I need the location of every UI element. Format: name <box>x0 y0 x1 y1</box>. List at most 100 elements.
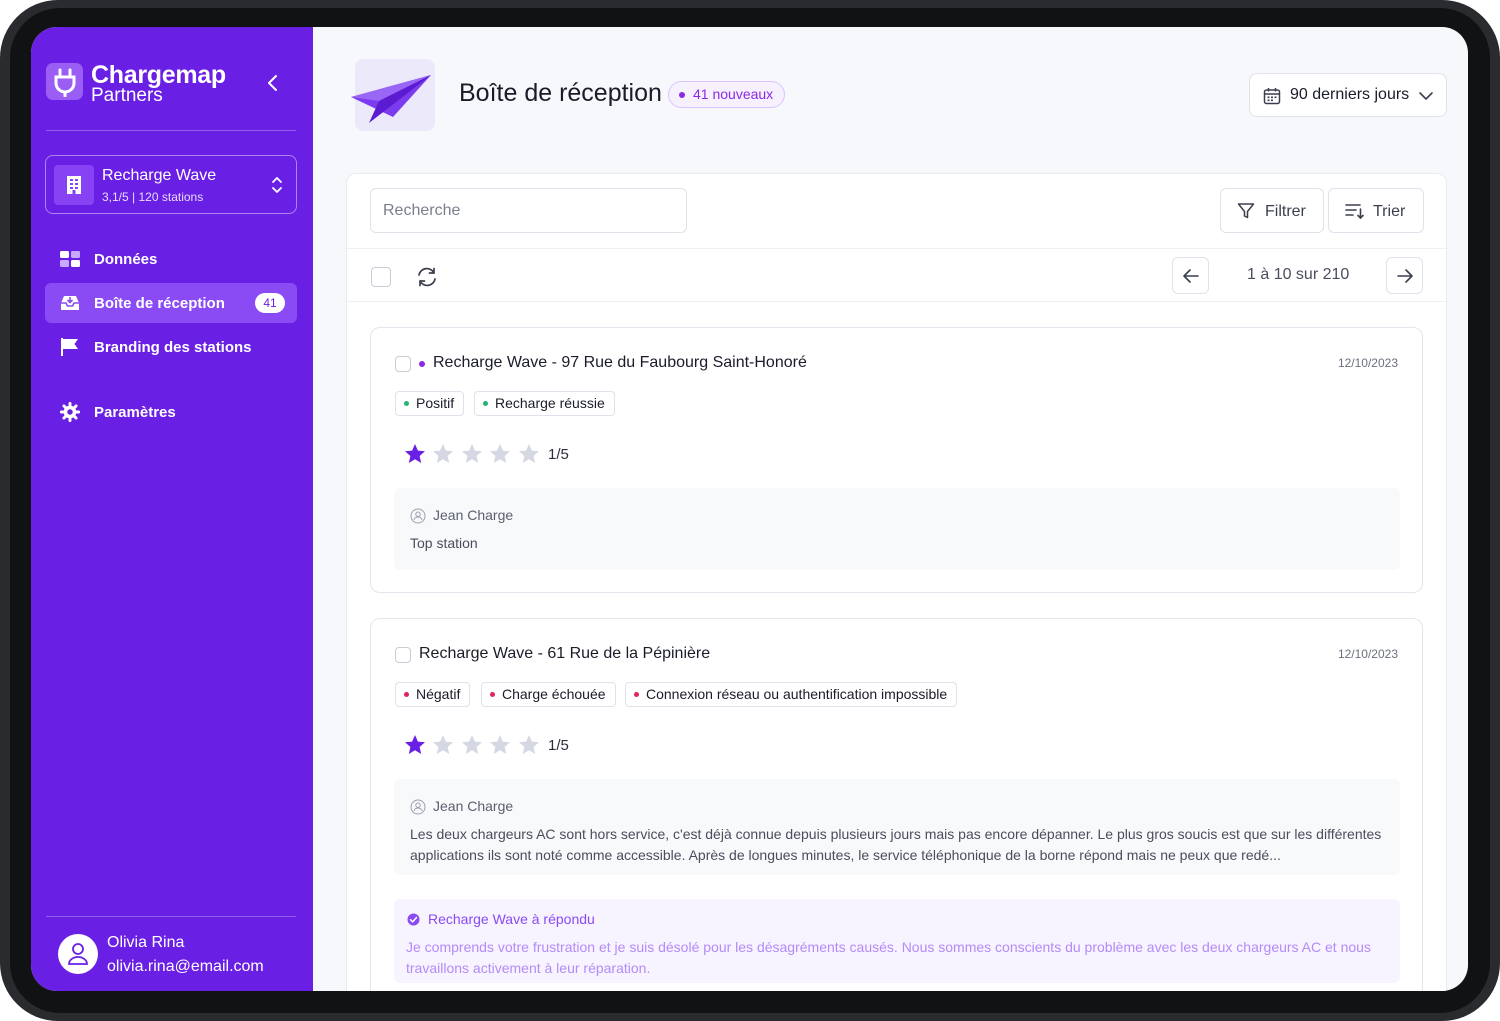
sidebar: Chargemap Partners Recharge Wave 3,1/5 |… <box>31 27 313 991</box>
review-date: 12/10/2023 <box>1337 356 1398 370</box>
star-filled-icon <box>405 444 425 463</box>
star-filled-icon <box>405 735 425 754</box>
user-icon <box>410 508 426 524</box>
brand-subtitle: Partners <box>91 85 163 106</box>
page-title: Boîte de réception <box>459 79 662 107</box>
building-icon <box>54 165 94 205</box>
sidebar-item-branding[interactable]: Branding des stations <box>45 327 297 367</box>
brand: Chargemap Partners <box>46 61 296 106</box>
toolbar-divider <box>347 248 1448 249</box>
chevron-up-down-icon <box>272 177 282 193</box>
star-empty-icon <box>433 735 453 754</box>
review-card[interactable]: Recharge Wave - 97 Rue du Faubourg Saint… <box>370 327 1423 593</box>
filter-label: Filtrer <box>1265 203 1306 220</box>
sidebar-item-inbox[interactable]: Boîte de réception 41 <box>45 283 297 323</box>
arrow-right-icon <box>1397 269 1413 283</box>
refresh-icon <box>418 267 436 287</box>
star-empty-icon <box>490 444 510 463</box>
avatar <box>58 934 98 974</box>
review-checkbox[interactable] <box>395 647 411 663</box>
tag-category: Charge échouée <box>481 682 616 707</box>
tag-sentiment: Positif <box>395 391 465 416</box>
arrow-left-icon <box>1183 269 1199 283</box>
review-date: 12/10/2023 <box>1337 647 1398 661</box>
tag-category: Connexion réseau ou authentification imp… <box>625 682 958 707</box>
next-page-button[interactable] <box>1386 257 1423 294</box>
station-rating: 3,1/5 <box>102 190 129 204</box>
star-empty-icon <box>519 444 539 463</box>
sort-icon <box>1345 204 1364 220</box>
date-range-select[interactable]: 90 derniers jours <box>1249 73 1447 117</box>
star-empty-icon <box>433 444 453 463</box>
negative-dot <box>634 692 639 697</box>
sidebar-item-label: Paramètres <box>94 404 176 421</box>
tag-label: Recharge réussie <box>495 395 605 411</box>
star-empty-icon <box>519 735 539 754</box>
review-card[interactable]: Recharge Wave - 61 Rue de la Pépinière 1… <box>370 618 1423 991</box>
badge-dot <box>679 92 685 98</box>
inbox-icon <box>61 296 79 310</box>
comment-author: Jean Charge <box>433 507 514 523</box>
unread-count-badge: 41 <box>255 293 285 313</box>
gear-icon <box>59 402 81 422</box>
review-comment: Jean Charge Les deux chargeurs AC sont h… <box>394 779 1400 875</box>
paper-plane-icon <box>351 59 435 131</box>
calendar-icon <box>1263 88 1281 105</box>
plug-logo-icon <box>46 63 83 100</box>
star-empty-icon <box>462 735 482 754</box>
new-messages-label: 41 nouveaux <box>693 86 774 102</box>
search-input[interactable] <box>370 188 687 233</box>
chevron-down-icon <box>1419 92 1433 101</box>
rating-value: 1/5 <box>548 446 569 463</box>
negative-dot <box>404 692 409 697</box>
grid-icon <box>60 251 80 267</box>
positive-dot <box>483 401 488 406</box>
reply-text: Je comprends votre frustration et je sui… <box>406 939 1371 976</box>
sidebar-divider <box>46 130 296 131</box>
review-checkbox[interactable] <box>395 356 411 372</box>
positive-dot <box>404 401 409 406</box>
station-meta: 3,1/5 | 120 stations <box>102 190 203 204</box>
toolbar-divider <box>347 301 1448 302</box>
sidebar-item-label: Branding des stations <box>94 339 252 356</box>
sidebar-item-donnees[interactable]: Données <box>45 239 297 279</box>
comment-text: Top station <box>410 535 478 551</box>
star-empty-icon <box>462 444 482 463</box>
tag-label: Connexion réseau ou authentification imp… <box>646 686 948 702</box>
sidebar-item-parametres[interactable]: Paramètres <box>45 392 297 432</box>
tag-label: Positif <box>416 395 455 411</box>
sort-label: Trier <box>1373 203 1406 220</box>
tag-label: Charge échouée <box>502 686 606 702</box>
date-range-label: 90 derniers jours <box>1290 86 1410 103</box>
filter-button[interactable]: Filtrer <box>1220 188 1324 233</box>
reply-header: Recharge Wave à répondu <box>428 911 595 927</box>
inbox-panel: Filtrer Trier 1 à 10 sur 210 <box>346 173 1448 991</box>
new-messages-badge: 41 nouveaux <box>668 81 786 108</box>
collapse-sidebar-button[interactable] <box>261 71 285 95</box>
sidebar-item-label: Boîte de réception <box>94 295 225 312</box>
flag-icon <box>61 338 78 356</box>
user-icon <box>410 799 426 815</box>
sort-button[interactable]: Trier <box>1328 188 1424 233</box>
chevron-left-icon <box>268 75 277 91</box>
user-profile[interactable]: Olivia Rina olivia.rina@email.com <box>31 917 313 991</box>
tag-sentiment: Négatif <box>395 682 471 707</box>
station-count: 120 stations <box>138 190 204 204</box>
review-title: Recharge Wave - 97 Rue du Faubourg Saint… <box>433 354 807 371</box>
previous-page-button[interactable] <box>1172 257 1209 294</box>
user-name: Olivia Rina <box>107 934 185 951</box>
star-empty-icon <box>490 735 510 754</box>
filter-icon <box>1237 203 1255 219</box>
station-name: Recharge Wave <box>102 167 217 184</box>
unread-dot <box>419 361 425 367</box>
select-all-checkbox[interactable] <box>371 267 391 287</box>
negative-dot <box>490 692 495 697</box>
comment-text: Les deux chargeurs AC sont hors service,… <box>410 826 1382 863</box>
refresh-button[interactable] <box>415 265 439 289</box>
sidebar-item-label: Données <box>94 251 158 268</box>
rating-value: 1/5 <box>548 737 569 754</box>
tag-category: Recharge réussie <box>474 391 615 416</box>
station-reply: Recharge Wave à répondu Je comprends vot… <box>394 899 1400 983</box>
station-selector[interactable]: Recharge Wave 3,1/5 | 120 stations <box>45 155 297 214</box>
app-screen: Chargemap Partners Recharge Wave 3,1/5 |… <box>31 27 1468 991</box>
